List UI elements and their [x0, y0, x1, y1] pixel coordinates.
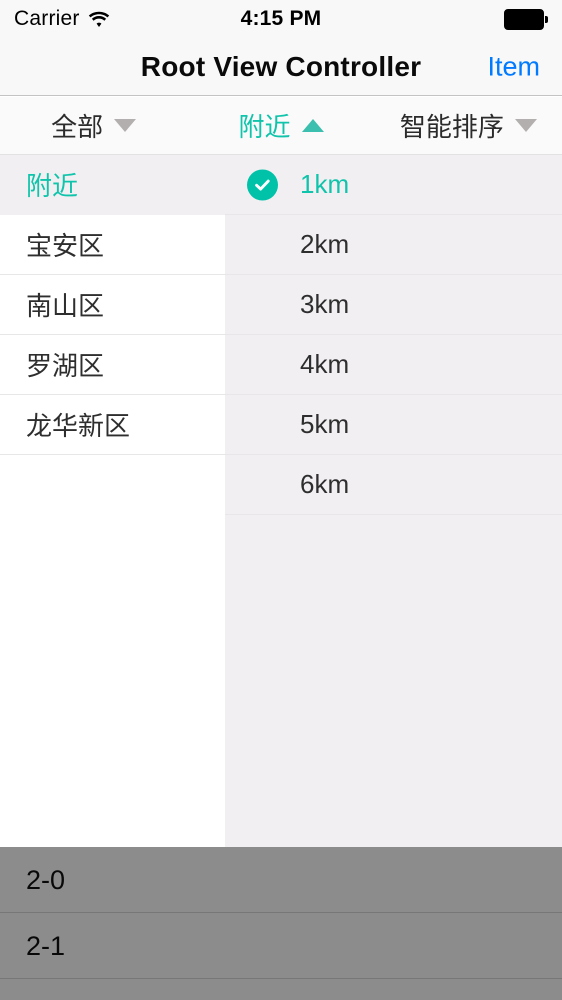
status-bar-right [504, 8, 548, 30]
distance-item-label: 6km [300, 469, 350, 499]
district-item-label: 宝安区 [26, 231, 105, 261]
district-item-4[interactable]: 龙华新区 [0, 395, 225, 455]
filter-tab-all[interactable]: 全部 [0, 97, 187, 154]
filter-dropdown-panel: 附近 宝安区 南山区 罗湖区 龙华新区 1km 2km 3km 4km 5km … [0, 155, 562, 847]
distance-item-1[interactable]: 2km [225, 215, 562, 275]
district-item-1[interactable]: 宝安区 [0, 215, 225, 275]
district-item-label: 罗湖区 [26, 351, 105, 381]
distance-item-5[interactable]: 6km [225, 455, 562, 515]
distance-item-3[interactable]: 4km [225, 335, 562, 395]
page-title: Root View Controller [140, 50, 422, 82]
check-circle-icon [247, 169, 278, 200]
filter-tab-label: 全部 [51, 112, 104, 142]
nav-item-button[interactable]: Item [487, 51, 540, 82]
wifi-icon [88, 11, 110, 28]
filter-tab-label: 附近 [238, 112, 291, 142]
distance-item-4[interactable]: 5km [225, 395, 562, 455]
app-screen: 2-0 2-1 2-2 附近 宝安区 南山区 罗湖区 龙华新区 [0, 0, 562, 1000]
filter-tab-smart-sort[interactable]: 智能排序 [375, 97, 562, 154]
distance-list: 1km 2km 3km 4km 5km 6km [225, 155, 562, 847]
distance-item-2[interactable]: 3km [225, 275, 562, 335]
filter-bar: 全部 附近 智能排序 [0, 97, 562, 155]
chevron-up-icon [301, 119, 324, 132]
district-item-3[interactable]: 罗湖区 [0, 335, 225, 395]
district-item-label: 龙华新区 [26, 411, 131, 441]
filter-tab-label: 智能排序 [399, 112, 504, 142]
status-bar-left: Carrier [14, 7, 110, 31]
chevron-down-icon [514, 119, 537, 132]
district-item-label: 南山区 [26, 291, 105, 321]
navigation-bar: Root View Controller Item [0, 38, 562, 96]
distance-item-label: 4km [300, 349, 350, 379]
distance-item-label: 2km [300, 229, 350, 259]
distance-item-label: 3km [300, 289, 350, 319]
distance-item-label: 5km [300, 409, 350, 439]
distance-item-label: 1km [300, 169, 350, 199]
status-bar: Carrier 4:15 PM [0, 0, 562, 38]
distance-item-0[interactable]: 1km [225, 155, 562, 215]
district-item-0[interactable]: 附近 [0, 155, 225, 215]
district-list: 附近 宝安区 南山区 罗湖区 龙华新区 [0, 155, 225, 847]
district-item-2[interactable]: 南山区 [0, 275, 225, 335]
district-item-label: 附近 [26, 171, 79, 201]
filter-tab-nearby[interactable]: 附近 [187, 97, 374, 154]
chevron-down-icon [114, 119, 137, 132]
carrier-label: Carrier [14, 7, 80, 30]
battery-full-icon [504, 8, 548, 30]
